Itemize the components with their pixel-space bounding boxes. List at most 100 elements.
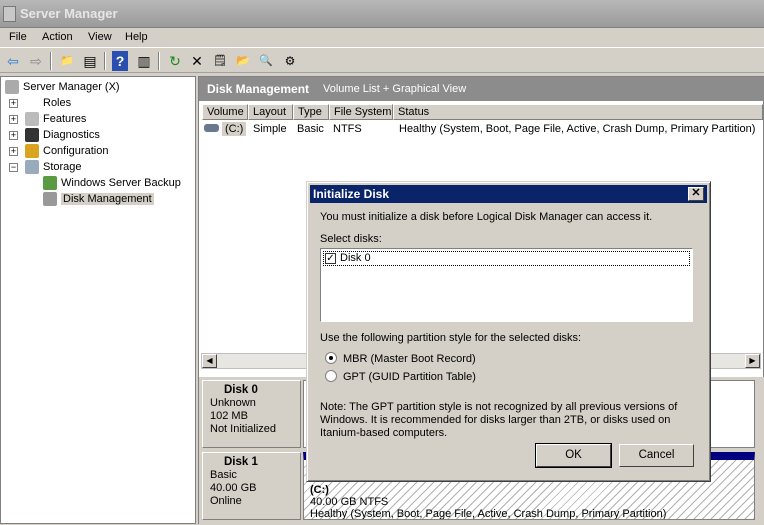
pane-title: Disk Management [207, 82, 310, 96]
tree-label: Diagnostics [43, 129, 100, 141]
cell-type: Basic [297, 123, 324, 135]
dialog-title-bar: Initialize Disk ✕ [310, 185, 707, 203]
partition-style-label: Use the following partition style for th… [320, 332, 582, 344]
gpt-radio[interactable]: GPT (GUID Partition Table) [325, 370, 476, 383]
radio-selected-icon[interactable] [325, 352, 337, 364]
menu-help[interactable]: Help [125, 31, 148, 43]
cancel-button[interactable]: Cancel [619, 444, 694, 467]
column-header-volume[interactable]: Volume [202, 104, 248, 120]
tree-root-server-manager[interactable]: Server Manager (X) [5, 79, 120, 95]
disk-management-icon [43, 192, 57, 207]
separator [158, 52, 160, 70]
title-bar: Server Manager [0, 0, 764, 28]
tree-item-storage[interactable]: − Storage [9, 159, 82, 175]
separator [104, 52, 106, 70]
column-header-file-system[interactable]: File System [329, 104, 393, 120]
disk-name: Disk 1 [224, 456, 258, 468]
ok-button[interactable]: OK [535, 443, 612, 468]
disk-1-label[interactable]: Disk 1 Basic 40.00 GB Online [202, 452, 301, 520]
radio-label: GPT (GUID Partition Table) [343, 371, 476, 383]
tree-item-diagnostics[interactable]: + Diagnostics [9, 127, 100, 143]
settings-icon[interactable]: ⚙ [280, 51, 300, 71]
open-icon[interactable]: 📂 [233, 51, 253, 71]
checkbox-checked-icon[interactable]: ✓ [325, 253, 336, 264]
configuration-icon [25, 144, 39, 159]
up-folder-icon[interactable]: 📁 [57, 51, 77, 71]
disk-list-label: Disk 0 [340, 252, 371, 264]
partition-label: (C:) [310, 484, 329, 496]
mbr-radio[interactable]: MBR (Master Boot Record) [325, 352, 476, 365]
expand-icon[interactable]: + [9, 147, 18, 156]
scroll-left-icon[interactable]: ◀ [202, 354, 217, 368]
disk-state: Online [210, 495, 242, 507]
refresh-icon[interactable]: ↻ [165, 51, 185, 71]
tree-label: Features [43, 113, 87, 125]
properties-icon[interactable]: 🗒 [210, 51, 230, 71]
storage-icon [25, 160, 39, 175]
backup-icon [43, 176, 57, 191]
help-icon[interactable]: ? [112, 51, 128, 71]
disk-name: Disk 0 [224, 384, 258, 396]
initialize-disk-dialog: Initialize Disk ✕ You must initialize a … [306, 181, 711, 482]
tree-label: Configuration [43, 145, 109, 157]
forward-icon[interactable]: ⇨ [26, 51, 46, 71]
diagnostics-icon [25, 128, 39, 143]
server-icon [5, 80, 19, 95]
menu-bar: File Action View Help [0, 28, 764, 46]
navigation-tree: Server Manager (X) + Roles + Features + Dia… [0, 76, 196, 524]
tree-label: Windows Server Backup [61, 177, 181, 189]
back-icon[interactable]: ⇦ [3, 51, 23, 71]
cell-layout: Simple [253, 123, 287, 135]
tree-item-disk-management[interactable]: Disk Management [43, 191, 154, 207]
radio-unselected-icon[interactable] [325, 370, 337, 382]
features-icon [25, 112, 39, 127]
delete-icon[interactable]: ✕ [187, 51, 207, 71]
tree-item-features[interactable]: + Features [9, 111, 86, 127]
disk-list-item[interactable]: ✓ Disk 0 [323, 251, 690, 266]
expand-icon[interactable]: + [9, 115, 18, 124]
column-header-status[interactable]: Status [393, 104, 763, 120]
roles-icon [25, 96, 39, 110]
scroll-right-icon[interactable]: ▶ [745, 354, 760, 368]
dialog-intro: You must initialize a disk before Logica… [320, 211, 653, 223]
menu-action[interactable]: Action [42, 31, 73, 43]
show-hide-tree-icon[interactable]: ▤ [80, 51, 100, 71]
disk-size: 40.00 GB [210, 482, 257, 494]
radio-label: MBR (Master Boot Record) [343, 353, 476, 365]
expand-icon[interactable]: + [9, 131, 18, 140]
tree-label: Storage [43, 161, 82, 173]
expand-icon[interactable]: + [9, 99, 18, 108]
collapse-icon[interactable]: − [9, 163, 18, 172]
disk-list: ✓ Disk 0 [320, 248, 693, 322]
tree-item-roles[interactable]: + Roles [9, 95, 71, 111]
toolbar: ⇦ ⇨ 📁 ▤ ? ▥ ↻ ✕ 🗒 📂 🔍 ⚙ [0, 47, 764, 73]
tree-label: Disk Management [61, 193, 154, 205]
disk-type: Basic [210, 469, 237, 481]
menu-file[interactable]: File [9, 31, 27, 43]
server-manager-icon [3, 6, 16, 22]
gpt-note: Note: The GPT partition style is not rec… [320, 401, 678, 439]
disk-size: 102 MB [210, 410, 248, 422]
tree-label: Roles [43, 97, 72, 109]
select-disks-label: Select disks: [320, 233, 382, 245]
pane-view-label: Volume List + Graphical View [323, 83, 467, 95]
cell-file-system: NTFS [333, 123, 362, 135]
partition-size: 40.00 GB NTFS [310, 496, 389, 508]
tree-item-configuration[interactable]: + Configuration [9, 143, 108, 159]
tree-item-windows-server-backup[interactable]: Windows Server Backup [43, 175, 181, 191]
partition-status: Healthy (System, Boot, Page File, Active… [310, 508, 667, 520]
disk-type: Unknown [210, 397, 256, 409]
cell-status: Healthy (System, Boot, Page File, Active… [399, 123, 756, 135]
dialog-title: Initialize Disk [313, 187, 390, 201]
tree-label: Server Manager (X) [23, 81, 120, 93]
menu-view[interactable]: View [88, 31, 112, 43]
column-header-layout[interactable]: Layout [248, 104, 293, 120]
column-header-type[interactable]: Type [293, 104, 329, 120]
search-icon[interactable]: 🔍 [256, 51, 276, 71]
separator [50, 52, 52, 70]
close-icon[interactable]: ✕ [688, 187, 704, 201]
cell-volume: (C:) [222, 122, 247, 136]
disk-0-label[interactable]: Disk 0 Unknown 102 MB Not Initialized [202, 380, 301, 448]
pane-header: Disk Management Volume List + Graphical … [199, 77, 764, 101]
show-action-pane-icon[interactable]: ▥ [134, 51, 154, 71]
